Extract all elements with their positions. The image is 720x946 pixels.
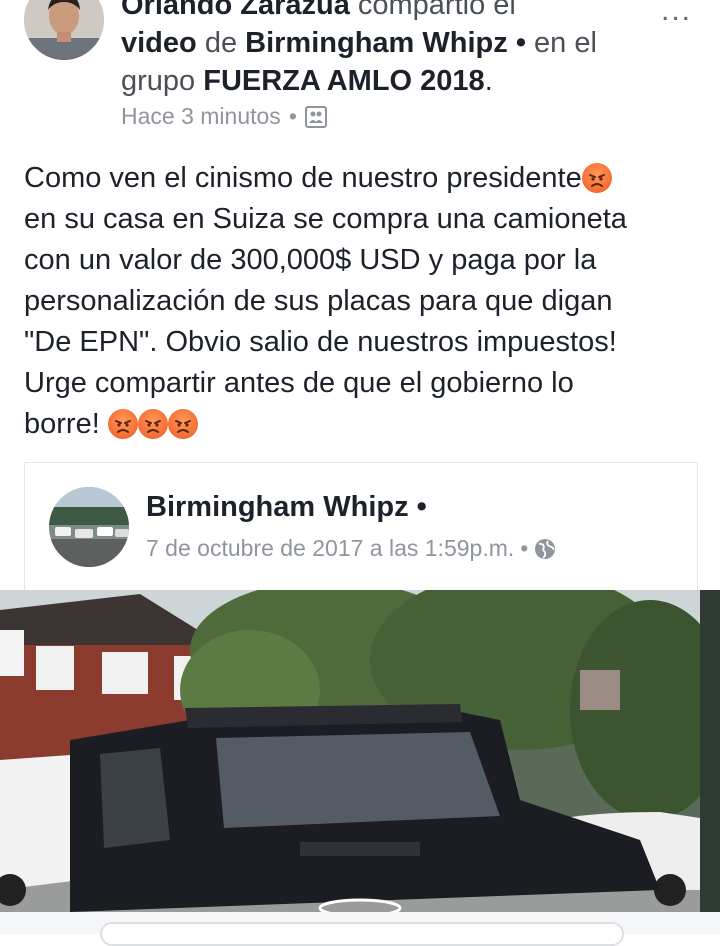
- comment-input[interactable]: [100, 922, 624, 946]
- angry-face-emoji: [107, 409, 138, 439]
- message-line: "De EPN". Obvio salio de nuestros impues…: [24, 326, 617, 358]
- shared-post-date[interactable]: 7 de octubre de 2017 a las 1:59p.m.: [146, 535, 514, 562]
- globe-icon: [535, 538, 556, 559]
- message-line: Como ven el cinismo de nuestro president…: [24, 162, 582, 194]
- group-word: grupo: [121, 65, 196, 97]
- shared-page-name[interactable]: Birmingham Whipz •: [146, 491, 427, 524]
- group-name-link[interactable]: FUERZA AMLO 2018: [203, 65, 484, 97]
- header-bullet: •: [515, 27, 526, 59]
- post-message: Como ven el cinismo de nuestro president…: [24, 158, 704, 445]
- video-thumbnail[interactable]: [0, 590, 720, 912]
- author-avatar[interactable]: [24, 0, 104, 60]
- share-action-text: compartió el: [357, 0, 516, 21]
- share-summary: Orlando Zarazúa compartió el video de Bi…: [121, 0, 681, 100]
- header-period: .: [484, 65, 493, 97]
- page-name-link[interactable]: Birmingham Whipz: [245, 27, 508, 59]
- message-line: en su casa en Suiza se compra una camion…: [24, 203, 627, 235]
- of-text: de: [204, 27, 238, 59]
- angry-face-emoji: [167, 409, 198, 439]
- angry-face-emoji: [137, 409, 168, 439]
- comment-bar: [0, 912, 720, 946]
- post-meta: Hace 3 minutos •: [121, 103, 327, 130]
- post-timestamp[interactable]: Hace 3 minutos: [121, 103, 281, 130]
- message-line: personalización de sus placas para que d…: [24, 285, 613, 317]
- video-link[interactable]: video: [121, 27, 197, 59]
- author-name-link[interactable]: Orlando Zarazúa: [121, 0, 350, 21]
- angry-face-emoji: [581, 163, 612, 193]
- shared-date-bullet: •: [520, 535, 529, 561]
- message-line: con un valor de 300,000$ USD y paga por …: [24, 244, 597, 276]
- shared-post-meta: 7 de octubre de 2017 a las 1:59p.m. •: [146, 535, 556, 562]
- more-options-icon[interactable]: ...: [661, 0, 692, 28]
- shared-post-card[interactable]: Birmingham Whipz • 7 de octubre de 2017 …: [24, 462, 698, 591]
- meta-bullet: •: [288, 103, 297, 129]
- message-line: borre!: [24, 408, 100, 440]
- shared-name-bullet: •: [416, 491, 427, 523]
- message-line: Urge compartir antes de que el gobierno …: [24, 367, 574, 399]
- shared-page-avatar[interactable]: [49, 487, 129, 567]
- in-text: en el: [534, 27, 597, 59]
- shared-page-name-text[interactable]: Birmingham Whipz: [146, 491, 409, 523]
- post-header: Orlando Zarazúa compartió el video de Bi…: [0, 0, 720, 140]
- group-audience-icon: [304, 105, 327, 128]
